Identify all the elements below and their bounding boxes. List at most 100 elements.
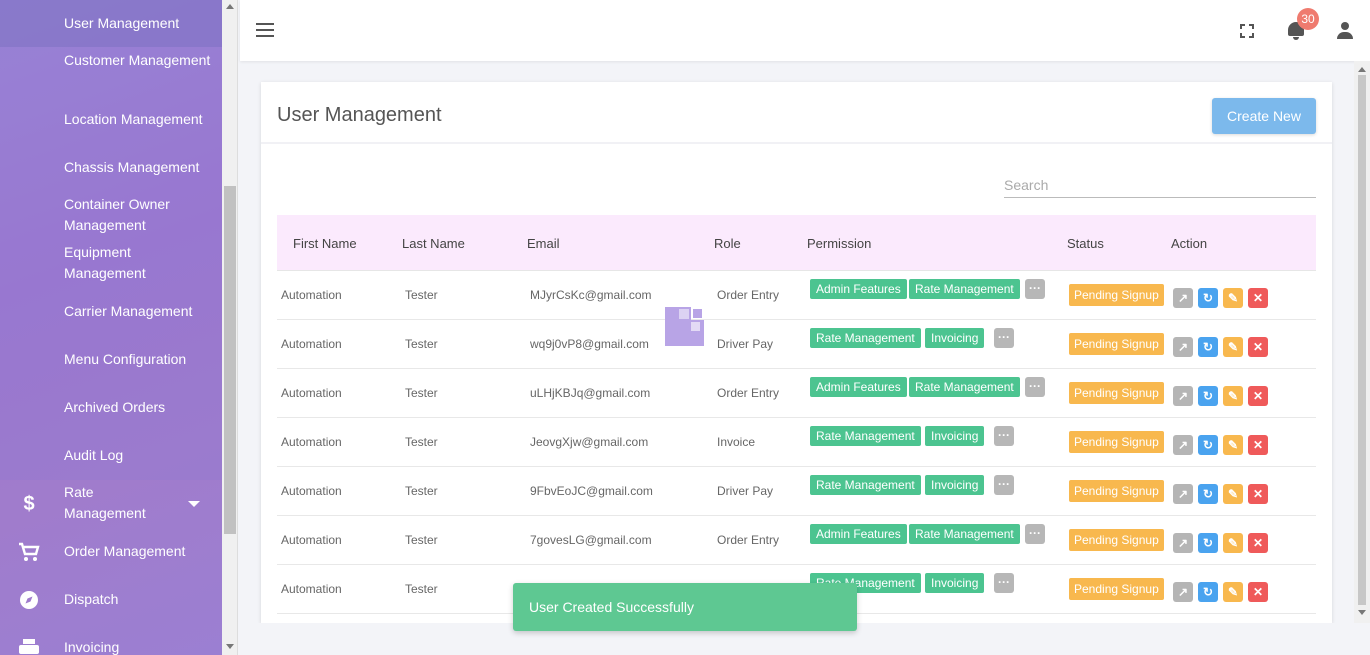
more-permissions-button[interactable]: ··· <box>994 475 1014 495</box>
refresh-icon[interactable]: ↻ <box>1198 435 1218 455</box>
edit-icon[interactable]: ✎ <box>1223 337 1243 357</box>
sidebar-item-audit-log[interactable]: Audit Log <box>64 445 214 466</box>
column-header-email[interactable]: Email <box>527 236 560 251</box>
edit-icon[interactable]: ✎ <box>1223 484 1243 504</box>
open-icon[interactable]: ↗ <box>1173 533 1193 553</box>
more-permissions-button[interactable]: ··· <box>1025 279 1045 299</box>
refresh-icon[interactable]: ↻ <box>1198 337 1218 357</box>
create-new-button[interactable]: Create New <box>1212 98 1316 134</box>
permission-chip: Invoicing <box>925 426 985 446</box>
refresh-icon[interactable]: ↻ <box>1198 288 1218 308</box>
refresh-icon[interactable]: ↻ <box>1198 533 1218 553</box>
open-icon[interactable]: ↗ <box>1173 582 1193 602</box>
status-badge: Pending Signup <box>1069 333 1164 355</box>
column-header-first-name[interactable]: First Name <box>293 236 357 251</box>
edit-icon[interactable]: ✎ <box>1223 533 1243 553</box>
cell-role: Driver Pay <box>717 337 774 351</box>
column-header-status[interactable]: Status <box>1067 236 1104 251</box>
cell-role: Order Entry <box>717 386 780 400</box>
sidebar-item-equipment-management[interactable]: Equipment Management <box>64 242 214 284</box>
more-permissions-button[interactable]: ··· <box>994 573 1014 593</box>
main-scrollbar-thumb[interactable] <box>1358 75 1366 605</box>
column-header-role[interactable]: Role <box>714 236 741 251</box>
user-management-card: User Management Create New First Name La… <box>261 82 1332 623</box>
delete-icon[interactable]: ✕ <box>1248 484 1268 504</box>
table-row: Automation Tester 7govesLG@gmail.com Order … <box>277 516 1316 565</box>
cell-email: 7govesLG@gmail.com <box>530 533 652 547</box>
status-badge: Pending Signup <box>1069 382 1164 404</box>
cell-last-name: Tester <box>405 386 438 400</box>
delete-icon[interactable]: ✕ <box>1248 337 1268 357</box>
sidebar-item-location-management[interactable]: Location Management <box>64 109 214 130</box>
loading-spinner <box>665 307 704 346</box>
table-row: Automation Tester MJyrCsKc@gmail.com Order … <box>277 271 1316 320</box>
main-scrollbar[interactable] <box>1354 61 1370 623</box>
delete-icon[interactable]: ✕ <box>1248 386 1268 406</box>
open-icon[interactable]: ↗ <box>1173 288 1193 308</box>
scroll-up-arrow-icon[interactable] <box>1358 67 1366 72</box>
cell-last-name: Tester <box>405 337 438 351</box>
sidebar-item-user-management[interactable]: User Management <box>64 13 214 34</box>
sidebar-item-container-owner-management[interactable]: Container Owner Management <box>64 194 214 236</box>
success-toast[interactable]: User Created Successfully <box>513 583 857 631</box>
scroll-up-arrow-icon[interactable] <box>226 4 234 9</box>
cell-email: JeovgXjw@gmail.com <box>530 435 649 449</box>
sidebar-scrollbar-thumb[interactable] <box>224 186 236 534</box>
cell-role: Invoice <box>717 435 756 449</box>
delete-icon[interactable]: ✕ <box>1248 533 1268 553</box>
sidebar-item-rate-management[interactable]: $ Rate Management <box>0 482 222 526</box>
edit-icon[interactable]: ✎ <box>1223 582 1243 602</box>
column-header-permission[interactable]: Permission <box>807 236 871 251</box>
edit-icon[interactable]: ✎ <box>1223 386 1243 406</box>
edit-icon[interactable]: ✎ <box>1223 435 1243 455</box>
cell-last-name: Tester <box>405 435 438 449</box>
menu-toggle-icon[interactable] <box>256 23 274 37</box>
more-permissions-button[interactable]: ··· <box>994 426 1014 446</box>
sidebar-item-dispatch[interactable]: Dispatch <box>0 589 222 613</box>
sidebar-item-menu-configuration[interactable]: Menu Configuration <box>64 349 214 370</box>
permission-chip: Rate Management <box>810 475 921 495</box>
cell-last-name: Tester <box>405 484 438 498</box>
table-row: Automation Tester JeovgXjw@gmail.com Invoic… <box>277 418 1316 467</box>
delete-icon[interactable]: ✕ <box>1248 582 1268 602</box>
permission-chip: Rate Management <box>810 328 921 348</box>
refresh-icon[interactable]: ↻ <box>1198 484 1218 504</box>
open-icon[interactable]: ↗ <box>1173 386 1193 406</box>
sidebar-item-archived-orders[interactable]: Archived Orders <box>64 397 214 418</box>
user-icon[interactable] <box>1336 22 1354 40</box>
cell-last-name: Tester <box>405 288 438 302</box>
sidebar-item-order-management[interactable]: Order Management <box>0 541 222 565</box>
more-permissions-button[interactable]: ··· <box>994 328 1014 348</box>
refresh-icon[interactable]: ↻ <box>1198 386 1218 406</box>
printer-icon <box>18 637 40 655</box>
divider <box>261 142 1332 144</box>
scroll-down-arrow-icon[interactable] <box>1358 610 1366 615</box>
sidebar-item-label: Order Management <box>64 543 186 559</box>
sidebar-item-customer-management[interactable]: Customer Management <box>64 50 214 71</box>
sidebar-item-chassis-management[interactable]: Chassis Management <box>64 157 214 178</box>
open-icon[interactable]: ↗ <box>1173 337 1193 357</box>
delete-icon[interactable]: ✕ <box>1248 288 1268 308</box>
chevron-down-icon <box>188 501 200 507</box>
sidebar-item-carrier-management[interactable]: Carrier Management <box>64 301 214 322</box>
open-icon[interactable]: ↗ <box>1173 435 1193 455</box>
scroll-down-arrow-icon[interactable] <box>226 644 234 649</box>
sidebar-scrollbar[interactable] <box>222 0 238 655</box>
status-badge: Pending Signup <box>1069 431 1164 453</box>
search-input[interactable] <box>1004 172 1316 198</box>
cell-first-name: Automation <box>281 484 342 498</box>
edit-icon[interactable]: ✎ <box>1223 288 1243 308</box>
sidebar-item-invoicing[interactable]: Invoicing <box>0 637 222 655</box>
delete-icon[interactable]: ✕ <box>1248 435 1268 455</box>
column-header-last-name[interactable]: Last Name <box>402 236 465 251</box>
status-badge: Pending Signup <box>1069 578 1164 600</box>
refresh-icon[interactable]: ↻ <box>1198 582 1218 602</box>
top-bar: 30 <box>240 0 1370 61</box>
compass-icon <box>18 589 40 611</box>
open-icon[interactable]: ↗ <box>1173 484 1193 504</box>
permission-chip: Admin Features <box>810 377 907 397</box>
more-permissions-button[interactable]: ··· <box>1025 524 1045 544</box>
fullscreen-icon[interactable] <box>1240 24 1254 38</box>
more-permissions-button[interactable]: ··· <box>1025 377 1045 397</box>
permission-chip: Rate Management <box>909 377 1020 397</box>
